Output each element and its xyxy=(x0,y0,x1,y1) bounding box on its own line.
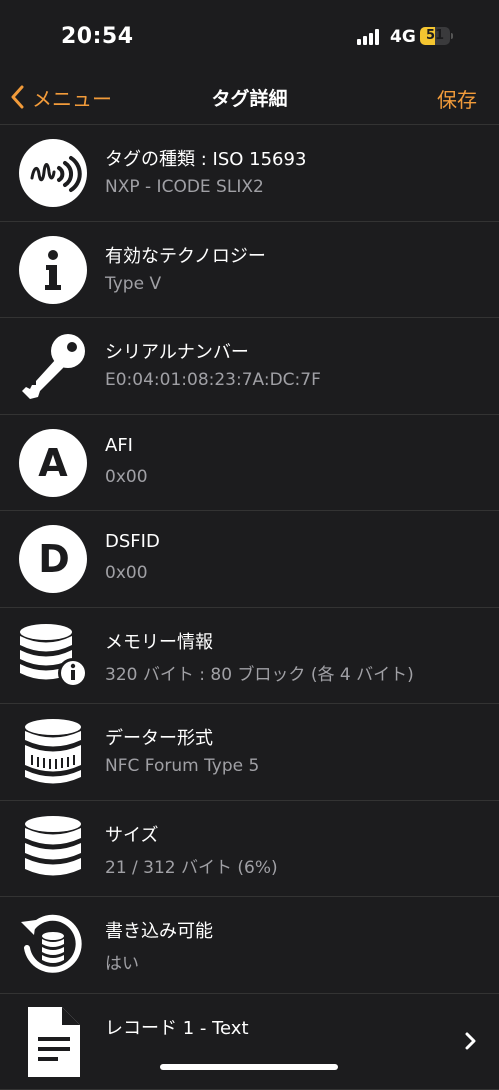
chevron-right-icon xyxy=(465,1032,477,1050)
letter-d-icon: D xyxy=(18,524,88,594)
row-title: 書き込み可能 xyxy=(105,917,213,943)
list-item-serial-number: シリアルナンバー E0:04:01:08:23:7A:DC:7F xyxy=(0,318,499,415)
list-item-tag-type: タグの種類 : ISO 15693 NXP - ICODE SLIX2 xyxy=(0,125,499,222)
database-info-icon xyxy=(18,621,88,691)
status-bar: 20:54 4G 51 xyxy=(0,0,499,70)
row-title: 有効なテクノロジー xyxy=(105,242,266,268)
list-item-afi: A AFI 0x00 xyxy=(0,415,499,512)
database-icon xyxy=(18,814,88,884)
letter-a-icon: A xyxy=(18,428,88,498)
database-format-icon xyxy=(18,717,88,787)
document-icon xyxy=(18,1007,88,1077)
row-value: E0:04:01:08:23:7A:DC:7F xyxy=(105,370,321,390)
row-value: 21 / 312 バイト (6%) xyxy=(105,853,278,878)
save-button[interactable]: 保存 xyxy=(437,84,477,113)
row-value: 0x00 xyxy=(105,563,148,583)
list-item-data-format: データー形式 NFC Forum Type 5 xyxy=(0,704,499,801)
row-title: レコード 1 - Text xyxy=(105,1014,249,1040)
row-value: 320 バイト : 80 ブロック (各 4 バイト) xyxy=(105,660,414,685)
tag-detail-list: タグの種類 : ISO 15693 NXP - ICODE SLIX2 有効なテ… xyxy=(0,125,499,1090)
key-icon xyxy=(18,331,88,401)
battery-percent: 51 xyxy=(420,27,450,45)
battery-icon: 51 xyxy=(420,27,452,45)
page-title: タグ詳細 xyxy=(0,84,499,111)
row-title: メモリー情報 xyxy=(105,628,213,654)
navigation-bar: メニュー タグ詳細 保存 xyxy=(0,70,499,125)
row-title: サイズ xyxy=(105,821,158,847)
list-item-memory-info: メモリー情報 320 バイト : 80 ブロック (各 4 バイト) xyxy=(0,608,499,705)
row-title: シリアルナンバー xyxy=(105,338,249,364)
row-title: DSFID xyxy=(105,531,160,552)
list-item-size: サイズ 21 / 312 バイト (6%) xyxy=(0,801,499,898)
list-item-dsfid: D DSFID 0x00 xyxy=(0,511,499,608)
list-item-technology: 有効なテクノロジー Type V xyxy=(0,222,499,319)
row-title: データー形式 xyxy=(105,724,213,750)
svg-text:D: D xyxy=(38,537,70,581)
svg-text:A: A xyxy=(38,441,68,485)
row-value: はい xyxy=(105,949,139,974)
row-value: 0x00 xyxy=(105,467,148,487)
info-icon xyxy=(18,235,88,305)
row-value: Type V xyxy=(105,274,161,294)
nfc-tag-icon xyxy=(18,138,88,208)
row-value: NFC Forum Type 5 xyxy=(105,756,259,776)
writable-icon xyxy=(18,910,88,980)
home-indicator[interactable] xyxy=(160,1064,338,1070)
row-title: タグの種類 : ISO 15693 xyxy=(105,145,306,171)
row-value: NXP - ICODE SLIX2 xyxy=(105,177,264,197)
cellular-signal-icon xyxy=(357,29,383,45)
network-type: 4G xyxy=(390,27,416,47)
list-item-record-1[interactable]: レコード 1 - Text xyxy=(0,994,499,1090)
list-item-writable: 書き込み可能 はい xyxy=(0,897,499,994)
row-title: AFI xyxy=(105,435,133,456)
status-time: 20:54 xyxy=(61,24,134,49)
